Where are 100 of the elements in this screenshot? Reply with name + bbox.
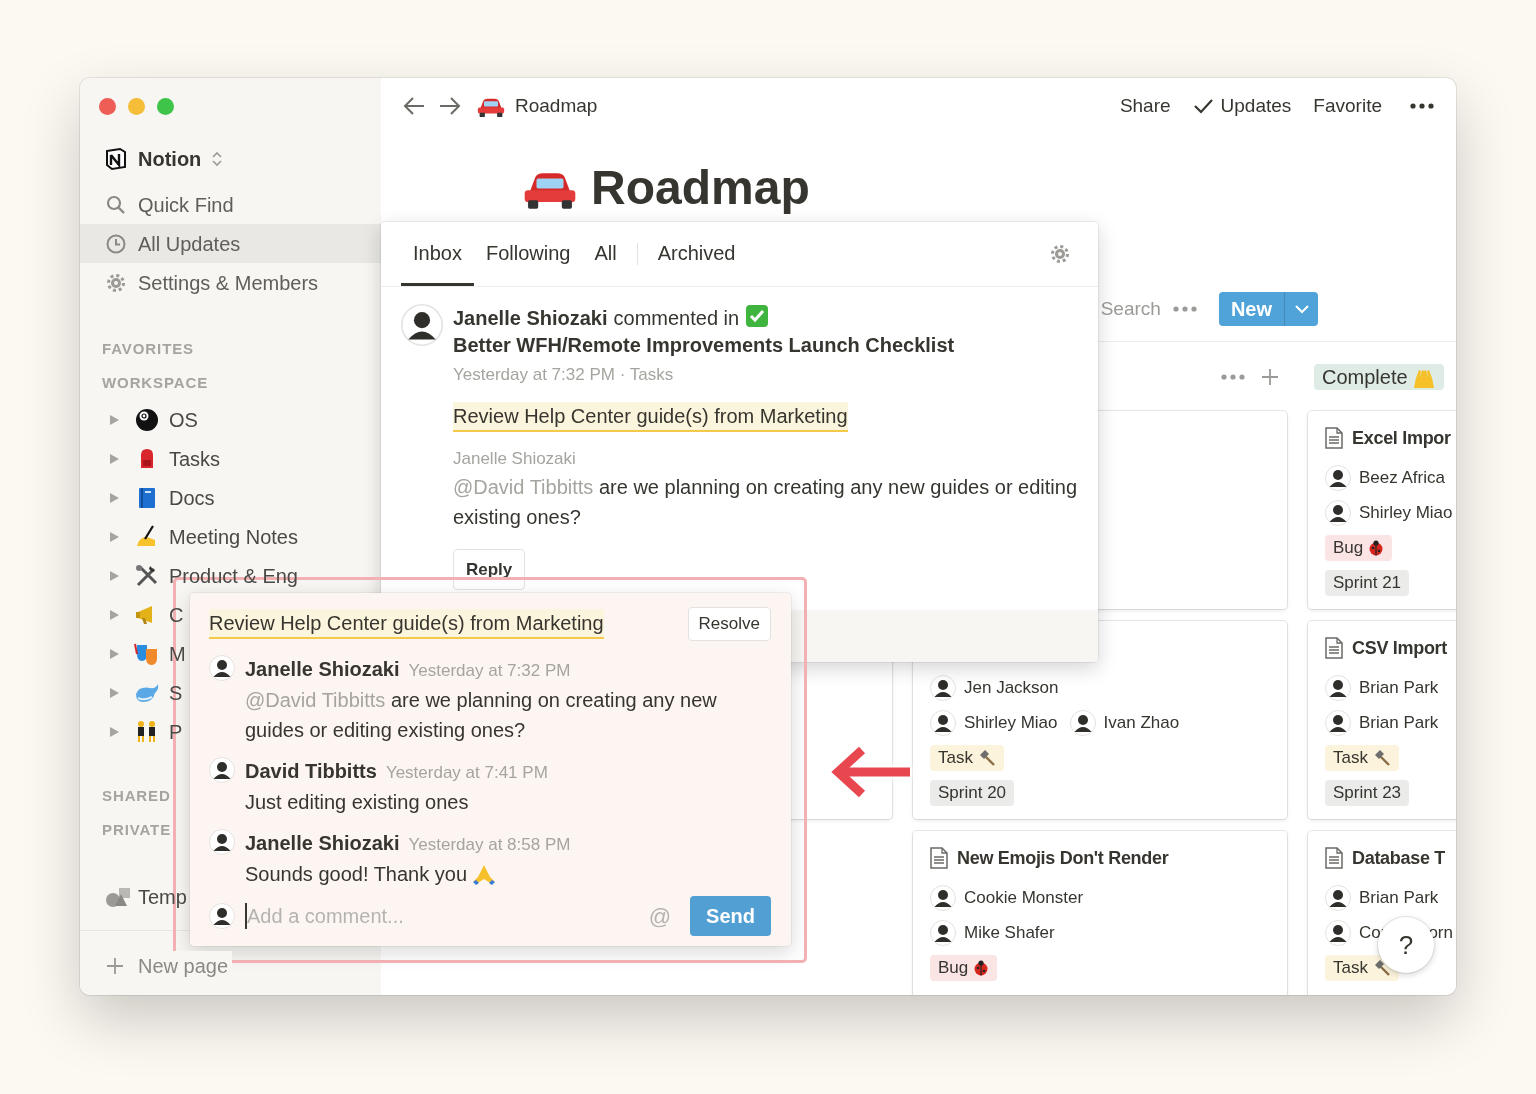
caret-icon[interactable] <box>108 647 120 660</box>
workspace-name[interactable]: Notion <box>138 144 202 174</box>
logo-icon <box>104 147 128 171</box>
reply-button[interactable]: Reply <box>453 549 526 590</box>
board-card[interactable]: New Emojis Don't Render Cookie Monster Mike Shafer Bug <box>913 831 1287 995</box>
comment-input[interactable]: Add a comment... <box>245 903 639 929</box>
more-icon[interactable] <box>1410 103 1434 109</box>
avatar-icon <box>209 829 235 855</box>
page-link[interactable]: P <box>169 716 183 747</box>
gear-icon[interactable] <box>1050 244 1070 264</box>
page-link[interactable]: C <box>169 599 184 630</box>
forward-arrow-icon[interactable] <box>439 96 461 116</box>
ball-icon <box>134 406 160 433</box>
comment-text: @David Tibbitts are we planning on creating any new guides or editing existing ones? <box>453 475 1079 530</box>
shapes-icon <box>105 885 131 908</box>
person-name: Janelle Shiozaki <box>453 307 608 329</box>
resolve-button[interactable]: Resolve <box>687 607 771 641</box>
window-control[interactable] <box>128 97 145 115</box>
document-icon <box>930 847 948 869</box>
person-name: Brian Park <box>1359 887 1439 910</box>
comment-text: Just editing existing ones <box>245 790 469 815</box>
avatar-icon <box>930 710 956 736</box>
tag-label: Task <box>938 747 973 770</box>
caret-icon[interactable] <box>108 491 120 504</box>
caret-icon[interactable] <box>108 686 120 699</box>
timestamp: Yesterday at 7:32 PM <box>408 660 571 682</box>
search-icon <box>106 194 126 215</box>
page-link[interactable]: M <box>169 638 186 669</box>
topbar-button[interactable]: Share <box>1119 91 1171 121</box>
card-title: CSV Import <box>1352 636 1447 660</box>
section-heading: WORKSPACE <box>101 372 209 393</box>
sidebar-item[interactable]: Quick Find <box>80 185 381 224</box>
document-icon <box>1325 427 1343 449</box>
caret-icon[interactable] <box>108 569 120 582</box>
avatar-icon <box>401 304 443 346</box>
topbar-button[interactable]: Updates <box>1192 91 1292 121</box>
chevron-icon <box>211 151 224 167</box>
breadcrumb-link[interactable]: Roadmap <box>515 91 598 121</box>
tag-label: Task <box>1333 747 1368 770</box>
highlighted-quote: Review Help Center guide(s) from Marketing <box>209 609 604 639</box>
gear-icon <box>106 272 126 293</box>
board-card[interactable]: Excel Impor Beez Africa Shirley Miao Bug Sprint 21 <box>1308 411 1456 609</box>
avatar-icon <box>1069 710 1096 736</box>
page-link[interactable]: Better WFH/Remote Improvements Launch Checklist <box>453 332 955 359</box>
person-name: Ivan Zhao <box>1103 712 1180 735</box>
sidebar-item-label: Settings & Members <box>138 270 319 296</box>
comment-author: Janelle Shiozaki <box>245 657 400 682</box>
tab[interactable]: Archived <box>645 222 748 286</box>
avatar-icon <box>1325 710 1351 736</box>
tab[interactable]: Inbox <box>401 222 474 286</box>
tab[interactable]: All <box>582 222 629 286</box>
plus-icon[interactable] <box>1261 368 1279 386</box>
caret-icon[interactable] <box>108 530 120 543</box>
comment-author: Janelle Shiozaki <box>245 831 400 856</box>
check-icon <box>1192 98 1213 114</box>
page-link[interactable]: Docs <box>169 482 215 513</box>
tag-label: Task <box>1333 957 1368 980</box>
ladybug-icon <box>1368 540 1385 556</box>
page-link[interactable]: OS <box>169 404 198 435</box>
person-name: Jen Jackson <box>964 677 1059 700</box>
tools-icon <box>134 562 160 589</box>
person-name: Beez Africa <box>1359 467 1445 490</box>
page-link[interactable]: S <box>169 677 183 708</box>
page-link[interactable]: Meeting Notes <box>169 521 298 552</box>
chevron-down-icon <box>1294 304 1309 314</box>
window-control[interactable] <box>157 97 174 115</box>
caret-icon[interactable] <box>108 452 120 465</box>
tag-label: Sprint 23 <box>1333 782 1402 805</box>
avatar-icon <box>1325 675 1351 701</box>
avatar-icon <box>930 885 956 911</box>
caret-icon[interactable] <box>108 608 120 621</box>
section-heading: PRIVATE <box>101 819 172 840</box>
checkbox-icon <box>745 304 770 328</box>
highlighted-quote: Review Help Center guide(s) from Marketing <box>453 402 848 432</box>
tab[interactable]: Following <box>473 222 583 286</box>
clock-icon <box>106 233 126 254</box>
window-control[interactable] <box>99 97 116 115</box>
topbar-button[interactable]: Favorite <box>1313 91 1382 121</box>
comment-author: David Tibbitts <box>245 759 377 784</box>
avatar-icon <box>930 675 956 701</box>
avatar-icon <box>1325 920 1351 946</box>
person-name: Brian Park <box>1359 712 1439 735</box>
section-heading: SHARED <box>101 785 171 806</box>
page-title: Roadmap <box>591 160 810 216</box>
person-name: Mike Shafer <box>964 922 1055 945</box>
caret-icon[interactable] <box>108 413 120 426</box>
person-name: Cookie Monster <box>964 887 1084 910</box>
page-link[interactable]: Product & Eng <box>169 560 298 591</box>
document-icon <box>1325 637 1343 659</box>
board-card[interactable]: CSV Import Brian Park Brian Park Task Sprint 23 <box>1308 621 1456 819</box>
page-link[interactable]: Tasks <box>169 443 221 474</box>
page-link[interactable]: Temp <box>138 881 187 912</box>
timestamp: Yesterday at 8:58 PM <box>408 834 571 856</box>
sidebar-item[interactable]: All Updates <box>80 224 381 263</box>
back-arrow-icon[interactable] <box>403 96 425 116</box>
caret-icon[interactable] <box>108 725 120 738</box>
sidebar-item[interactable]: Settings & Members <box>80 263 381 302</box>
person-name: Shirley Miao <box>1359 502 1453 525</box>
comment-author: Janelle Shiozaki <box>453 448 577 470</box>
activity-text: commented in <box>613 307 740 329</box>
